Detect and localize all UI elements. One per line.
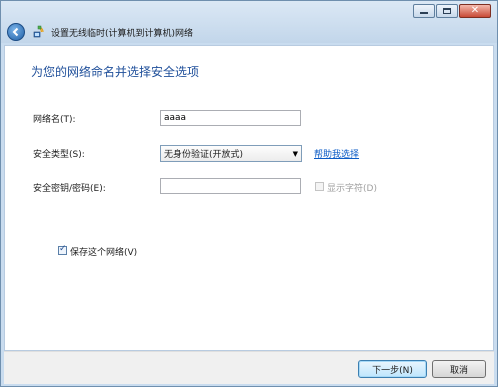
close-button[interactable]: ✕	[459, 4, 491, 18]
security-key-label: 安全密钥/密码(E):	[33, 184, 106, 194]
close-icon: ✕	[470, 5, 480, 16]
wizard-window: ✕ 设置无线临时(计算机到计算机)网络 为您的网络命名并选择安全选项 网络名(T…	[0, 0, 498, 387]
show-characters-label: 显示字符(D)	[327, 184, 377, 194]
window-title: 设置无线临时(计算机到计算机)网络	[51, 29, 194, 39]
next-button[interactable]: 下一步(N)	[358, 360, 427, 378]
maximize-icon	[443, 8, 451, 14]
save-network-label: 保存这个网络(V)	[70, 248, 138, 258]
cancel-button[interactable]: 取消	[432, 360, 486, 378]
back-arrow-icon	[12, 27, 19, 37]
security-type-label: 安全类型(S):	[33, 150, 85, 160]
page-heading: 为您的网络命名并选择安全选项	[31, 65, 200, 79]
minimize-button[interactable]	[413, 4, 435, 18]
network-name-label: 网络名(T):	[33, 115, 76, 125]
maximize-button[interactable]	[436, 4, 458, 18]
security-type-select[interactable]: 无身份验证(开放式) ▼	[160, 145, 302, 162]
title-bar: ✕ 设置无线临时(计算机到计算机)网络	[1, 1, 497, 43]
security-key-input[interactable]	[160, 178, 301, 194]
save-network-checkbox[interactable]: ✓	[58, 244, 67, 255]
network-name-input[interactable]	[160, 110, 301, 126]
wizard-content	[4, 45, 494, 351]
help-me-choose-link[interactable]: 帮助我选择	[314, 147, 359, 160]
back-button[interactable]	[7, 23, 25, 41]
minimize-icon	[420, 12, 428, 14]
dropdown-arrow-icon: ▼	[292, 149, 298, 158]
window-controls: ✕	[412, 4, 491, 18]
wireless-network-icon	[33, 25, 44, 38]
checkmark-icon: ✓	[59, 244, 67, 254]
show-characters-checkbox[interactable]	[315, 182, 324, 191]
security-type-value: 无身份验证(开放式)	[164, 150, 244, 160]
